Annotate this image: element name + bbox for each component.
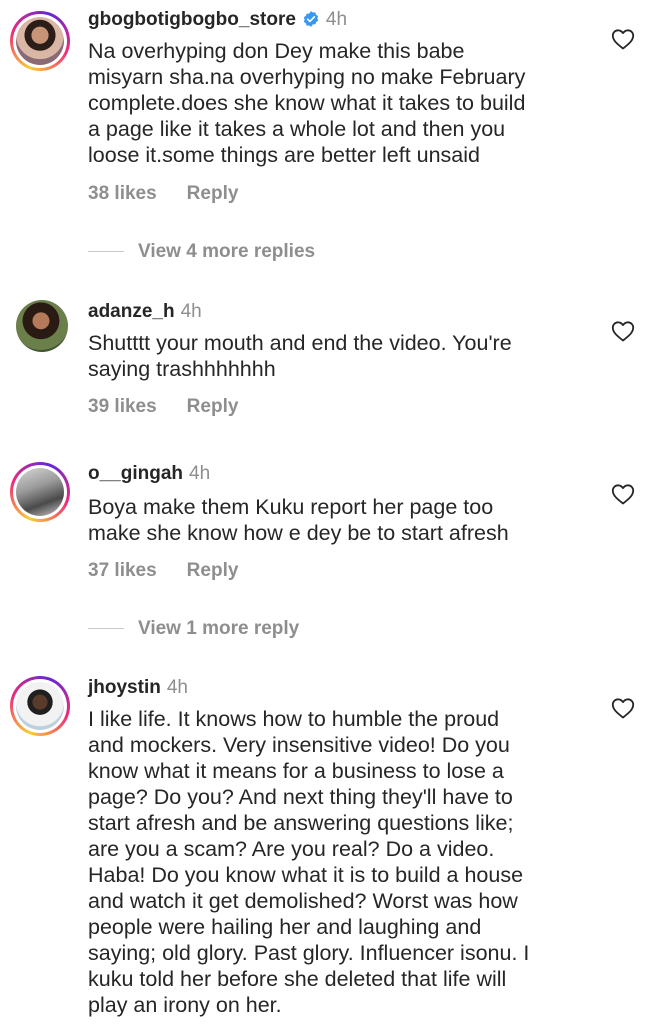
reply-button[interactable]: Reply [187, 560, 239, 581]
comment-text: Boya make them Kuku report her page too … [88, 495, 509, 545]
likes-count[interactable]: 39 likes [88, 396, 157, 417]
likes-count[interactable]: 38 likes [88, 183, 157, 204]
comment-text: Shutttt your mouth and end the video. Yo… [88, 331, 512, 381]
avatar-story-ring[interactable] [10, 11, 70, 71]
comment-time: 4h [325, 9, 348, 30]
avatar [16, 682, 64, 730]
heart-outline-icon[interactable] [611, 28, 635, 50]
likes-count[interactable]: 37 likes [88, 560, 157, 581]
comment-username[interactable]: jhoystin [88, 677, 161, 698]
heart-outline-icon[interactable] [611, 483, 635, 505]
comment-text: I like life. It knows how to humble the … [88, 707, 530, 1017]
avatar [16, 468, 64, 516]
comment-username[interactable]: gbogbotigbogbo_store [88, 9, 296, 30]
heart-outline-icon[interactable] [611, 320, 635, 342]
view-more-replies-button[interactable]: View 1 more reply [138, 618, 299, 639]
comment-time: 4h [166, 677, 188, 698]
divider [88, 251, 124, 253]
comment-username[interactable]: adanze_h [88, 301, 175, 322]
avatar-story-ring[interactable] [10, 676, 70, 736]
heart-outline-icon[interactable] [611, 697, 635, 719]
avatar [16, 17, 64, 65]
reply-button[interactable]: Reply [187, 183, 239, 204]
reply-button[interactable]: Reply [187, 396, 239, 417]
divider [88, 628, 124, 630]
comment-time: 4h [180, 301, 202, 322]
avatar[interactable] [16, 300, 68, 352]
comment-time: 4h [189, 463, 211, 484]
comment-text: Na overhyping don Dey make this babe mis… [88, 39, 526, 167]
comment-username[interactable]: o__gingah [88, 463, 183, 484]
avatar-story-ring[interactable] [10, 462, 70, 522]
verified-badge-icon [303, 11, 319, 27]
view-more-replies-button[interactable]: View 4 more replies [138, 241, 315, 262]
